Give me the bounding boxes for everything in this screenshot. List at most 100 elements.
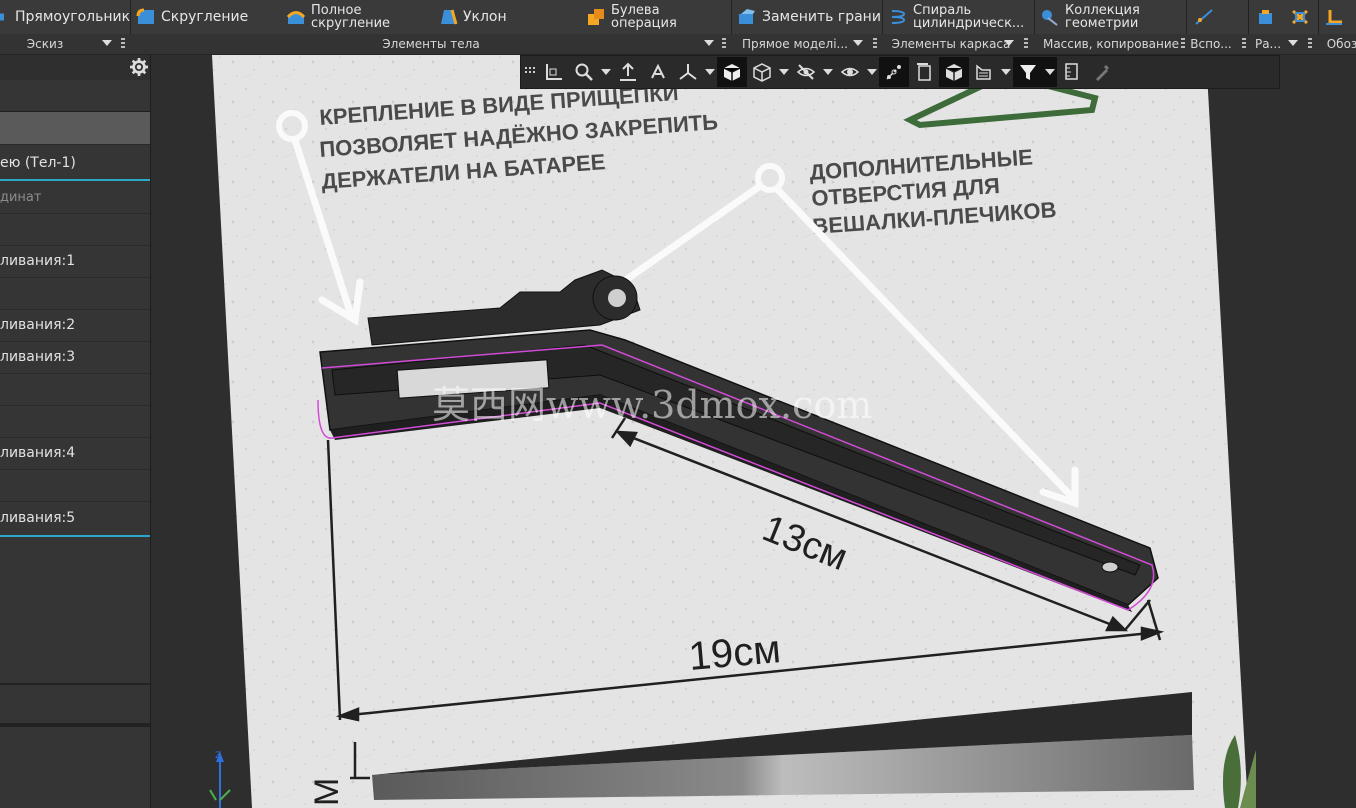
show-dropdown[interactable] (865, 57, 879, 87)
layers-button[interactable] (969, 57, 999, 87)
boolean-icon (588, 9, 604, 25)
3d-viewport[interactable]: КРЕПЛЕНИЕ В ВИДЕ ПРИЩЕПКИ ПОЗВОЛЯЕТ НАДЁ… (151, 55, 1356, 808)
spiral-icon (891, 10, 906, 24)
tree-row-operation-2-label: ливания:2 (0, 317, 76, 333)
layers-dropdown[interactable] (999, 57, 1013, 87)
measure-tool-button[interactable] (1057, 57, 1087, 87)
model-tree-panel: ею (Тел-1) динат ливания:1 ливания:2 лив… (0, 55, 151, 808)
diagnostics-icon (1292, 9, 1308, 25)
group-array-copy-label: Массив, копирование (1042, 37, 1180, 51)
tree-row-operation-4-label: ливания:4 (0, 445, 76, 461)
full-fillet-label: Полное скругление (311, 3, 391, 31)
selection-filter-button[interactable] (1013, 57, 1043, 87)
zoom-dropdown[interactable] (599, 57, 613, 87)
tree-row-empty-4[interactable] (0, 405, 150, 438)
normal-to-icon (620, 62, 636, 81)
group-body-elements-label: Элементы тела (382, 37, 480, 51)
watermark-text: 莫西网www.3dmox.com (432, 383, 872, 427)
snap-icon (886, 64, 902, 80)
replace-faces-button[interactable]: Заменить грани (737, 0, 881, 34)
filter-dropdown[interactable] (1043, 57, 1057, 87)
filter-body-button[interactable] (939, 57, 969, 87)
replace-faces-label: Заменить грани (762, 9, 881, 25)
tree-header (0, 55, 150, 80)
tree-row-operation-1[interactable]: ливания:1 (0, 245, 150, 278)
measure-icon (1259, 10, 1272, 24)
shaded-button[interactable] (717, 57, 747, 87)
group-designations-label: Обоз (1326, 37, 1356, 51)
measure-button[interactable] (1256, 0, 1281, 34)
tree-row-empty-3[interactable] (0, 373, 150, 406)
fillet-button[interactable]: Скругление (136, 0, 248, 34)
normal-to-button[interactable] (613, 57, 643, 87)
group-wireframe-elements[interactable]: Элементы каркаса (884, 34, 1032, 54)
full-fillet-button[interactable]: Полное скругление (286, 0, 401, 34)
tree-row-body[interactable]: ею (Тел-1) (0, 147, 150, 181)
axis-triad: Z (209, 751, 231, 808)
rotate-button[interactable] (643, 57, 673, 87)
ribbon-group-bar: Эскиз Элементы тела Прямое моделі... Эле… (0, 34, 1356, 55)
replace-faces-icon (739, 9, 755, 24)
tree-row-selected[interactable] (0, 112, 150, 145)
auxiliary-line-icon (1195, 9, 1213, 25)
show-hidden-button[interactable] (835, 57, 865, 87)
geometry-collection-label: Коллекция геометрии (1065, 3, 1140, 31)
tree-divider-2 (0, 723, 150, 727)
group-analysis[interactable]: Ра... (1252, 34, 1318, 54)
tree-row-empty-5[interactable] (0, 469, 150, 502)
rectangle-icon (0, 13, 4, 21)
tree-row-operation-4[interactable]: ливания:4 (0, 437, 150, 470)
rectangle-button[interactable]: Прямоугольник (0, 0, 130, 34)
draft-button[interactable]: Уклон (438, 0, 507, 34)
tree-row-coordinate-system[interactable]: динат (0, 181, 150, 214)
group-auxiliary-label: Вспо... (1190, 37, 1232, 51)
eye-icon (840, 67, 860, 77)
diagnostics-button[interactable] (1290, 0, 1315, 34)
tree-row-operation-3-label: ливания:3 (0, 349, 76, 365)
eye-hidden-icon (796, 64, 816, 80)
fillet-label: Скругление (161, 9, 249, 25)
rotate-icon (651, 63, 665, 79)
tree-row-operation-3[interactable]: ливания:3 (0, 341, 150, 374)
tree-row-0[interactable] (0, 80, 150, 112)
orientation-dropdown[interactable] (703, 57, 717, 87)
group-sketch[interactable]: Эскиз (0, 34, 130, 54)
spiral-button[interactable]: Спираль цилиндрическ... (888, 0, 1028, 34)
wireframe-button[interactable] (747, 57, 777, 87)
eyedropper-icon (1096, 64, 1110, 81)
zoom-button[interactable] (569, 57, 599, 87)
layers-icon (976, 64, 991, 80)
hide-button[interactable] (791, 57, 821, 87)
geometry-collection-button[interactable]: Коллекция геометрии (1040, 0, 1155, 34)
section-button[interactable] (909, 57, 939, 87)
snap-button[interactable] (879, 57, 909, 87)
fillet-icon (136, 8, 154, 24)
group-sketch-label: Эскиз (26, 37, 64, 51)
gear-icon[interactable] (130, 58, 148, 76)
toolbar-grip[interactable] (521, 57, 539, 87)
tree-row-empty-1[interactable] (0, 213, 150, 246)
group-designations[interactable]: Обоз (1320, 34, 1356, 54)
group-direct-modeling[interactable]: Прямое моделі... (733, 34, 881, 54)
auxiliary-line-button[interactable] (1194, 0, 1219, 34)
designation-button[interactable] (1324, 0, 1349, 34)
tree-row-operation-2[interactable]: ливания:2 (0, 309, 150, 342)
hide-dropdown[interactable] (821, 57, 835, 87)
group-array-copy[interactable]: Массив, копирование (1036, 34, 1186, 54)
eyedropper-button[interactable] (1087, 57, 1117, 87)
display-dropdown[interactable] (777, 57, 791, 87)
boolean-button[interactable]: Булева операция (586, 0, 701, 34)
shaded-cube-icon (723, 64, 741, 81)
tree-row-operation-1-label: ливания:1 (0, 253, 76, 269)
axes-icon (546, 64, 562, 80)
dimension-19-label: 19см (687, 627, 782, 679)
group-auxiliary[interactable]: Вспо... (1188, 34, 1248, 54)
tree-divider-1 (0, 683, 150, 685)
triad-icon (679, 64, 697, 80)
group-body-elements[interactable]: Элементы тела (132, 34, 730, 54)
orientation-button[interactable] (673, 57, 703, 87)
tree-row-operation-5[interactable]: ливания:5 (0, 501, 150, 537)
tree-row-empty-2[interactable] (0, 277, 150, 310)
sketch-orient-button[interactable] (539, 57, 569, 87)
dimension-side-label: М (308, 778, 346, 806)
